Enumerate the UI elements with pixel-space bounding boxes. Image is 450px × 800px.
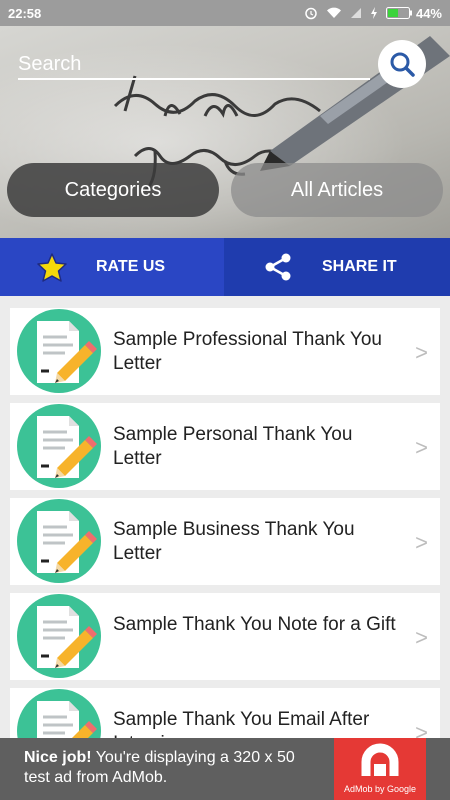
letter-pencil-icon: [17, 594, 101, 678]
signal-icon: [350, 7, 362, 19]
share-icon: [262, 251, 294, 283]
article-item-personal[interactable]: Sample Personal Thank You Letter >: [10, 403, 440, 490]
search-button[interactable]: [378, 40, 426, 88]
letter-pencil-icon: [17, 499, 101, 583]
chevron-right-icon: >: [415, 340, 428, 365]
search-icon: [390, 52, 415, 77]
article-item-gift[interactable]: Sample Thank You Note for a Gift >: [10, 593, 440, 680]
battery-icon: [385, 7, 412, 19]
status-icons: 44%: [304, 6, 442, 21]
article-title: Sample Thank You Note for a Gift: [113, 614, 396, 635]
admob-logo: AdMob by Google: [334, 738, 426, 800]
chevron-right-icon: >: [415, 530, 428, 555]
article-title: Sample Personal Thank You Letter: [113, 424, 353, 469]
alarm-icon: [304, 6, 318, 20]
rate-us-button[interactable]: RATE US: [0, 238, 224, 296]
header-banner: Categories All Articles: [0, 26, 450, 238]
share-it-button[interactable]: SHARE IT: [224, 238, 450, 296]
admob-brand-label: AdMob by Google: [343, 784, 417, 794]
admob-icon: [361, 743, 399, 776]
all-articles-button[interactable]: All Articles: [231, 163, 443, 217]
article-item-professional[interactable]: Sample Professional Thank You Letter >: [10, 308, 440, 395]
ad-banner[interactable]: Nice job! You're displaying a 320 x 50 t…: [0, 738, 450, 800]
letter-pencil-icon: [17, 309, 101, 393]
article-title: Sample Professional Thank You Letter: [113, 329, 382, 374]
chevron-right-icon: >: [415, 435, 428, 460]
chevron-right-icon: >: [415, 625, 428, 650]
action-bar: RATE US SHARE IT: [0, 238, 450, 296]
battery: 44%: [385, 5, 442, 21]
letter-pencil-icon: [17, 404, 101, 488]
article-item-business[interactable]: Sample Business Thank You Letter >: [10, 498, 440, 585]
rate-us-label: RATE US: [96, 258, 166, 275]
ad-text: Nice job! You're displaying a 320 x 50 t…: [24, 748, 324, 788]
ad-lead: Nice job!: [24, 749, 92, 766]
search-bar: [18, 40, 432, 92]
article-title: Sample Business Thank You Letter: [113, 519, 355, 564]
search-input[interactable]: [18, 50, 370, 80]
article-list: Sample Professional Thank You Letter > S…: [10, 308, 440, 783]
star-icon: [36, 251, 68, 283]
share-it-label: SHARE IT: [322, 258, 397, 275]
categories-button[interactable]: Categories: [7, 163, 219, 217]
battery-level: 44%: [415, 5, 442, 21]
status-time: 22:58: [8, 5, 42, 21]
wifi-icon: [326, 7, 342, 19]
status-bar: 22:58 44%: [0, 0, 450, 26]
charging-icon: [370, 7, 378, 19]
